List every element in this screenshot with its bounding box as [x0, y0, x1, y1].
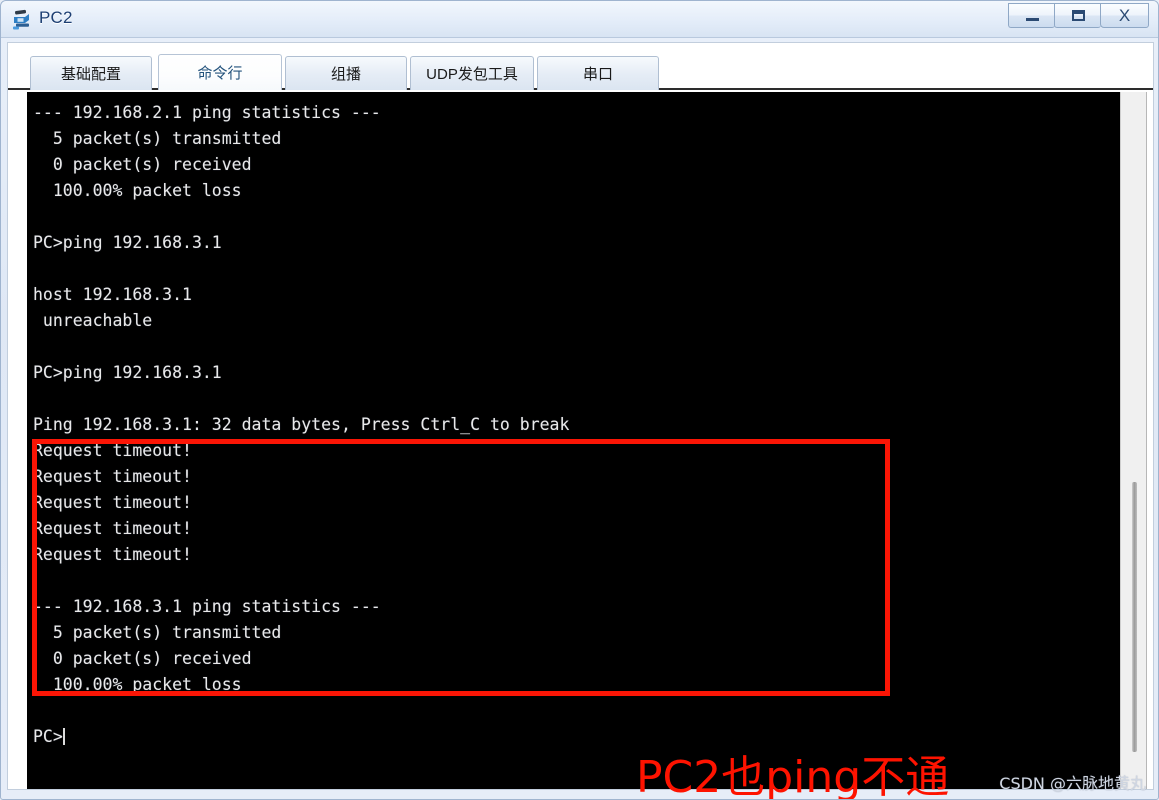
tab-3[interactable]: UDP发包工具 — [410, 56, 534, 90]
tab-label: 基础配置 — [60, 66, 121, 83]
close-button[interactable]: X — [1100, 3, 1149, 28]
tab-1[interactable]: 命令行 — [158, 54, 282, 90]
minimize-icon — [1025, 17, 1039, 21]
window-title: PC2 — [39, 8, 73, 27]
tab-label: 组播 — [330, 66, 361, 83]
console-text: --- 192.168.2.1 ping statistics --- 5 pa… — [33, 103, 570, 746]
pc-host-icon — [12, 9, 34, 31]
console-output[interactable]: --- 192.168.2.1 ping statistics --- 5 pa… — [27, 92, 1120, 789]
tab-label: UDP发包工具 — [426, 66, 518, 83]
tab-0[interactable]: 基础配置 — [30, 56, 152, 90]
tab-label: 串口 — [582, 66, 613, 83]
console-panel: --- 192.168.2.1 ping statistics --- 5 pa… — [27, 92, 1147, 789]
tab-2[interactable]: 组播 — [285, 56, 407, 90]
window-titlebar[interactable]: PC2 X — [1, 1, 1158, 38]
minimize-button[interactable] — [1008, 3, 1055, 28]
close-icon: X — [1118, 6, 1131, 25]
annotation-note-text: PC2也ping不通 — [636, 752, 950, 800]
pc2-window: PC2 X 基础配置 命令行 组播 UDP发包工具 串口 --- 192.168.2.1… — [0, 0, 1159, 800]
maximize-button[interactable] — [1054, 3, 1101, 28]
console-scrollbar[interactable] — [1120, 92, 1147, 789]
scrollbar-thumb[interactable] — [1132, 482, 1137, 752]
csdn-watermark: CSDN @六脉地黄丸 — [999, 774, 1146, 793]
console-left-gutter — [27, 92, 33, 789]
console-cursor — [62, 728, 65, 745]
tab-4[interactable]: 串口 — [537, 56, 659, 90]
maximize-icon — [1071, 10, 1085, 21]
tab-strip: 基础配置 命令行 组播 UDP发包工具 串口 — [8, 43, 1153, 90]
window-client-area: 基础配置 命令行 组播 UDP发包工具 串口 --- 192.168.2.1 ping … — [7, 42, 1154, 799]
tab-label: 命令行 — [197, 65, 243, 82]
